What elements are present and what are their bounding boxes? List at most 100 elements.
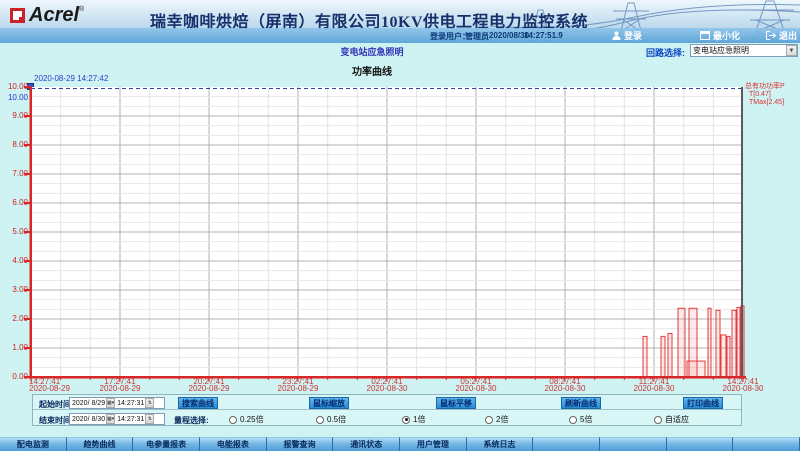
range-option-label: 自适应 [665, 414, 689, 425]
acrel-logo: Acrel ® [10, 3, 84, 27]
subheader-bar [0, 28, 800, 43]
x-axis-tick-label: 05:27:412020-08-30 [449, 379, 503, 392]
app-header: Acrel ® 瑞幸咖啡烘焙（屏南）有限公司10KV供电工程电力监控系统 登录用… [0, 0, 800, 43]
time-spinner-icon[interactable]: ⇅ [145, 398, 154, 408]
nav-item-empty[interactable] [667, 437, 734, 451]
nav-item-user-management[interactable]: 用户管理 [400, 437, 467, 451]
legend-series-name: 总有功功率P [745, 83, 785, 91]
y-axis-tick-label: 2.00 [1, 314, 28, 323]
curve-control-panel: 起始时间: 2020/ 8/29 ▦▾ 14:27:31 ⇅ 搜索曲线 鼠标缩放… [32, 394, 742, 426]
x-axis-tick-label: 11:27:412020-08-30 [627, 379, 681, 392]
y-axis-tick-label: 10.00 [1, 82, 28, 91]
nav-item-alarm-query[interactable]: 报警查询 [267, 437, 334, 451]
nav-item-empty[interactable] [733, 437, 800, 451]
range-radio[interactable]: 2倍 [485, 414, 508, 425]
y-axis-labels: 10.00 9.00 8.00 7.00 6.00 5.00 4.00 3.00 2.00 1.0… [1, 87, 28, 377]
power-curve-plot[interactable] [31, 87, 743, 377]
range-option-label: 0.5倍 [327, 414, 346, 425]
time-spinner-icon[interactable]: ⇅ [145, 414, 154, 424]
range-radio[interactable]: 1倍 [402, 414, 425, 425]
login-button[interactable]: 登录 [612, 29, 642, 42]
nav-item-system-log[interactable]: 系统日志 [467, 437, 534, 451]
minimize-button-label: 最小化 [713, 29, 740, 42]
person-icon [612, 31, 621, 40]
login-button-label: 登录 [624, 29, 642, 42]
nav-item-energy-report[interactable]: 电能报表 [200, 437, 267, 451]
radio-icon [316, 416, 324, 424]
start-datetime-input[interactable]: 2020/ 8/29 ▦▾ 14:27:31 ⇅ [69, 397, 165, 409]
exit-icon [766, 31, 776, 40]
print-curve-button[interactable]: 打印曲线 [683, 397, 723, 409]
chart-title: 功率曲线 [0, 63, 744, 78]
y-axis-tick-label: 6.00 [1, 198, 28, 207]
mouse-zoom-button[interactable]: 鼠标缩放 [309, 397, 349, 409]
y-axis-tick-label: 5.00 [1, 227, 28, 236]
acrel-logo-text: Acrel [29, 4, 79, 27]
control-row-end: 结束时间: 2020/ 8/30 ▦▾ 14:27:31 ⇅ 量程选择: 0.2… [33, 411, 741, 426]
nav-item-distribution-monitor[interactable]: 配电监测 [0, 437, 67, 451]
radio-icon [569, 416, 577, 424]
refresh-curve-button[interactable]: 刷新曲线 [561, 397, 601, 409]
end-datetime-input[interactable]: 2020/ 8/30 ▦▾ 14:27:31 ⇅ [69, 413, 165, 425]
chart-cursor-timestamp: 2020-08-29 14:27:42 [34, 74, 108, 83]
radio-icon [485, 416, 493, 424]
range-radio[interactable]: 自适应 [654, 414, 689, 425]
control-row-start: 起始时间: 2020/ 8/29 ▦▾ 14:27:31 ⇅ 搜索曲线 鼠标缩放… [33, 395, 741, 410]
y-axis-tick-label: 0.00 [1, 372, 28, 381]
circuit-select-dropdown[interactable]: 变电站应急照明 ▼ [690, 44, 798, 57]
legend-tmax-value: TMax[2.45] [745, 99, 785, 107]
acrel-logo-mark [10, 8, 25, 23]
x-axis-tick-label: 08:27:412020-08-30 [538, 379, 592, 392]
nav-item-empty[interactable] [600, 437, 667, 451]
range-option-label: 5倍 [580, 414, 592, 425]
circuit-select-value: 变电站应急照明 [691, 45, 786, 56]
search-curve-button[interactable]: 搜索曲线 [178, 397, 218, 409]
range-select-label: 量程选择: [174, 415, 209, 426]
radio-icon [654, 416, 662, 424]
range-option-label: 0.25倍 [240, 414, 264, 425]
nav-item-parameter-report[interactable]: 电参量报表 [133, 437, 200, 451]
login-user-name: 管理员 [465, 31, 489, 42]
range-radio[interactable]: 5倍 [569, 414, 592, 425]
registered-trademark: ® [79, 6, 84, 13]
y-axis-tick-label: 1.00 [1, 343, 28, 352]
legend-t-value: T[0.47] [745, 91, 785, 99]
login-user-label: 登录用户： [430, 31, 470, 42]
chevron-down-icon[interactable]: ▼ [786, 45, 797, 56]
y-axis-tick-label: 8.00 [1, 140, 28, 149]
radio-icon [229, 416, 237, 424]
minimize-button[interactable]: 最小化 [700, 29, 740, 42]
nav-item-comm-status[interactable]: 通讯状态 [333, 437, 400, 451]
x-axis-tick-label: 23:27:412020-08-29 [271, 379, 325, 392]
nav-item-empty[interactable] [533, 437, 600, 451]
x-axis-tick-label: 20:27:412020-08-29 [182, 379, 236, 392]
end-time-value: 14:27:31 [115, 416, 144, 423]
exit-button[interactable]: 退出 [766, 29, 797, 42]
x-axis-tick-label: 02:27:412020-08-30 [360, 379, 414, 392]
exit-button-label: 退出 [779, 29, 797, 42]
radio-icon [402, 416, 410, 424]
start-time-value: 14:27:31 [115, 400, 144, 407]
y-axis-secondary-label: 10.00 [1, 93, 28, 102]
nav-item-trend-curve[interactable]: 趋势曲线 [67, 437, 134, 451]
range-option-label: 2倍 [496, 414, 508, 425]
x-axis-tick-label: 17:27:412020-08-29 [93, 379, 147, 392]
y-axis-tick-label: 4.00 [1, 256, 28, 265]
circuit-select-label: 回路选择: [646, 46, 685, 59]
calendar-dropdown-icon[interactable]: ▦▾ [106, 398, 115, 408]
mouse-pan-button[interactable]: 鼠标平移 [436, 397, 476, 409]
range-option-label: 1倍 [413, 414, 425, 425]
power-curve-canvas [31, 87, 743, 377]
bottom-nav-bar: 配电监测 趋势曲线 电参量报表 电能报表 报警查询 通讯状态 用户管理 系统日志 [0, 437, 800, 451]
y-axis-tick-label: 9.00 [1, 111, 28, 120]
chart-legend: 总有功功率P T[0.47] TMax[2.45] [745, 83, 785, 107]
start-date-value: 2020/ 8/29 [70, 400, 105, 407]
y-axis-tick-label: 7.00 [1, 169, 28, 178]
page-title: 变电站应急照明 [0, 45, 744, 58]
range-radio[interactable]: 0.5倍 [316, 414, 346, 425]
calendar-dropdown-icon[interactable]: ▦▾ [106, 414, 115, 424]
y-axis-tick-label: 3.00 [1, 285, 28, 294]
end-date-value: 2020/ 8/30 [70, 416, 105, 423]
minimize-icon [700, 31, 710, 40]
range-radio[interactable]: 0.25倍 [229, 414, 264, 425]
